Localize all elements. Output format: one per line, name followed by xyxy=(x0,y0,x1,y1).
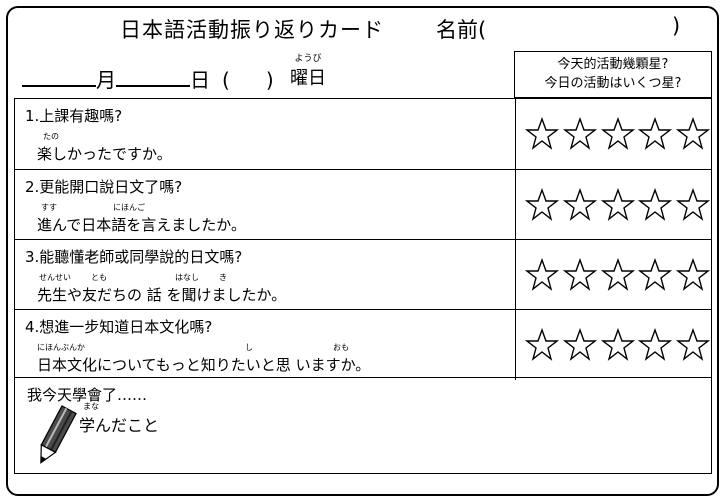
ruby-tomo: とも xyxy=(91,273,107,282)
rating-header-japanese: 今日の活動はいくつ星? xyxy=(544,76,682,91)
question-table: 1.上課有趣嗎? たの 楽しかったですか。 2.更能開口說日文了嗎? すす にほ… xyxy=(14,98,712,380)
column-divider xyxy=(515,170,516,240)
answer-text: せんせい とも はなし き 先生や友だちの 話 を聞けましたか。 xyxy=(37,272,286,305)
ruby-susu: すす xyxy=(41,203,57,212)
column-divider xyxy=(515,99,516,169)
column-divider xyxy=(515,310,516,380)
star-outline-icon[interactable] xyxy=(600,258,635,292)
question-row-3: 3.能聽懂老師或同學說的日文嗎? せんせい とも はなし き 先生や友だちの 話… xyxy=(15,239,711,310)
ruby-row: たの xyxy=(37,131,172,143)
star-outline-icon[interactable] xyxy=(525,117,559,151)
ruby-ki: き xyxy=(219,273,227,282)
star-rating[interactable] xyxy=(525,328,710,362)
star-outline-icon[interactable] xyxy=(562,258,597,292)
column-divider xyxy=(515,240,516,310)
weekday-open-paren: ( xyxy=(222,68,230,92)
ruby-tano: たの xyxy=(43,132,59,141)
star-outline-icon[interactable] xyxy=(676,328,710,362)
star-outline-icon[interactable] xyxy=(525,258,559,292)
ruby-row: せんせい とも はなし き xyxy=(37,272,286,284)
star-rating[interactable] xyxy=(525,117,710,151)
star-outline-icon[interactable] xyxy=(600,117,635,151)
question-row-4: 4.想進一步知道日本文化嗎? にほんぶんか し おも 日本文化についてもっと知り… xyxy=(15,309,711,380)
card-title: 日本語活動振り返りカード xyxy=(120,18,384,42)
weekday-text: 曜日 xyxy=(290,68,326,89)
ruby-nihongo: にほんご xyxy=(113,203,145,212)
rating-header: 今天的活動幾顆星? 今日の活動はいくつ星? xyxy=(514,51,712,98)
star-rating[interactable] xyxy=(525,188,710,222)
weekday-ruby: ようび xyxy=(294,54,322,64)
star-rating[interactable] xyxy=(525,258,710,292)
learned-box[interactable]: 我今天學會了…… まな 学んだこと xyxy=(14,378,712,474)
weekday-label: ようび 曜日 xyxy=(290,54,326,90)
answer-japanese: 先生や友だちの 話 を聞けましたか。 xyxy=(37,286,287,304)
question-row-2: 2.更能開口說日文了嗎? すす にほんご 進んで日本語を言えましたか。 xyxy=(15,169,711,240)
star-outline-icon[interactable] xyxy=(525,188,559,222)
date-line: 月 日 () ようび 曜日 xyxy=(22,54,326,93)
star-outline-icon[interactable] xyxy=(600,328,635,362)
learned-answer: まな 学んだこと xyxy=(79,402,159,436)
star-outline-icon[interactable] xyxy=(638,117,673,151)
ruby-nihonbunka: にほんぶんか xyxy=(37,343,85,352)
star-outline-icon[interactable] xyxy=(600,188,635,222)
question-text: 4.想進一步知道日本文化嗎? xyxy=(25,318,213,336)
weekday-close-paren: ) xyxy=(265,68,274,92)
month-blank[interactable] xyxy=(22,67,96,87)
answer-text: にほんぶんか し おも 日本文化についてもっと知りたいと思 いますか。 xyxy=(37,342,370,375)
ruby-omo: おも xyxy=(333,343,349,352)
star-outline-icon[interactable] xyxy=(562,328,597,362)
ruby-row: すす にほんご xyxy=(37,202,246,214)
name-close-paren: ) xyxy=(672,14,681,38)
day-blank[interactable] xyxy=(116,67,190,87)
question-text: 2.更能開口說日文了嗎? xyxy=(25,178,183,196)
day-label: 日 xyxy=(190,68,210,92)
month-label: 月 xyxy=(96,68,116,92)
question-text: 1.上課有趣嗎? xyxy=(25,107,123,125)
answer-japanese: 進んで日本語を言えましたか。 xyxy=(37,216,246,234)
star-outline-icon[interactable] xyxy=(676,117,710,151)
star-outline-icon[interactable] xyxy=(525,328,559,362)
question-row-1: 1.上課有趣嗎? たの 楽しかったですか。 xyxy=(15,99,711,169)
question-text: 3.能聽懂老師或同學說的日文嗎? xyxy=(25,248,243,266)
ruby-sensei: せんせい xyxy=(39,273,71,282)
star-outline-icon[interactable] xyxy=(562,117,597,151)
learned-ruby: まな xyxy=(83,402,99,411)
ruby-shi: し xyxy=(245,343,253,352)
star-outline-icon[interactable] xyxy=(676,258,710,292)
answer-text: たの 楽しかったですか。 xyxy=(37,131,172,164)
star-outline-icon[interactable] xyxy=(638,328,673,362)
pencil-icon xyxy=(40,405,77,464)
learned-japanese: 学んだこと xyxy=(79,416,160,435)
answer-text: すす にほんご 進んで日本語を言えましたか。 xyxy=(37,202,246,235)
star-outline-icon[interactable] xyxy=(638,188,673,222)
ruby-row: にほんぶんか し おも xyxy=(37,342,370,354)
star-outline-icon[interactable] xyxy=(638,258,673,292)
star-outline-icon[interactable] xyxy=(676,188,710,222)
ruby-hanashi: はなし xyxy=(175,273,199,282)
answer-japanese: 楽しかったですか。 xyxy=(37,145,172,163)
rating-header-chinese: 今天的活動幾顆星? xyxy=(557,57,669,72)
name-field[interactable]: 名前( ) xyxy=(436,14,680,44)
answer-japanese: 日本文化についてもっと知りたいと思 いますか。 xyxy=(37,356,371,374)
name-label: 名前( xyxy=(436,18,487,42)
star-outline-icon[interactable] xyxy=(562,188,597,222)
